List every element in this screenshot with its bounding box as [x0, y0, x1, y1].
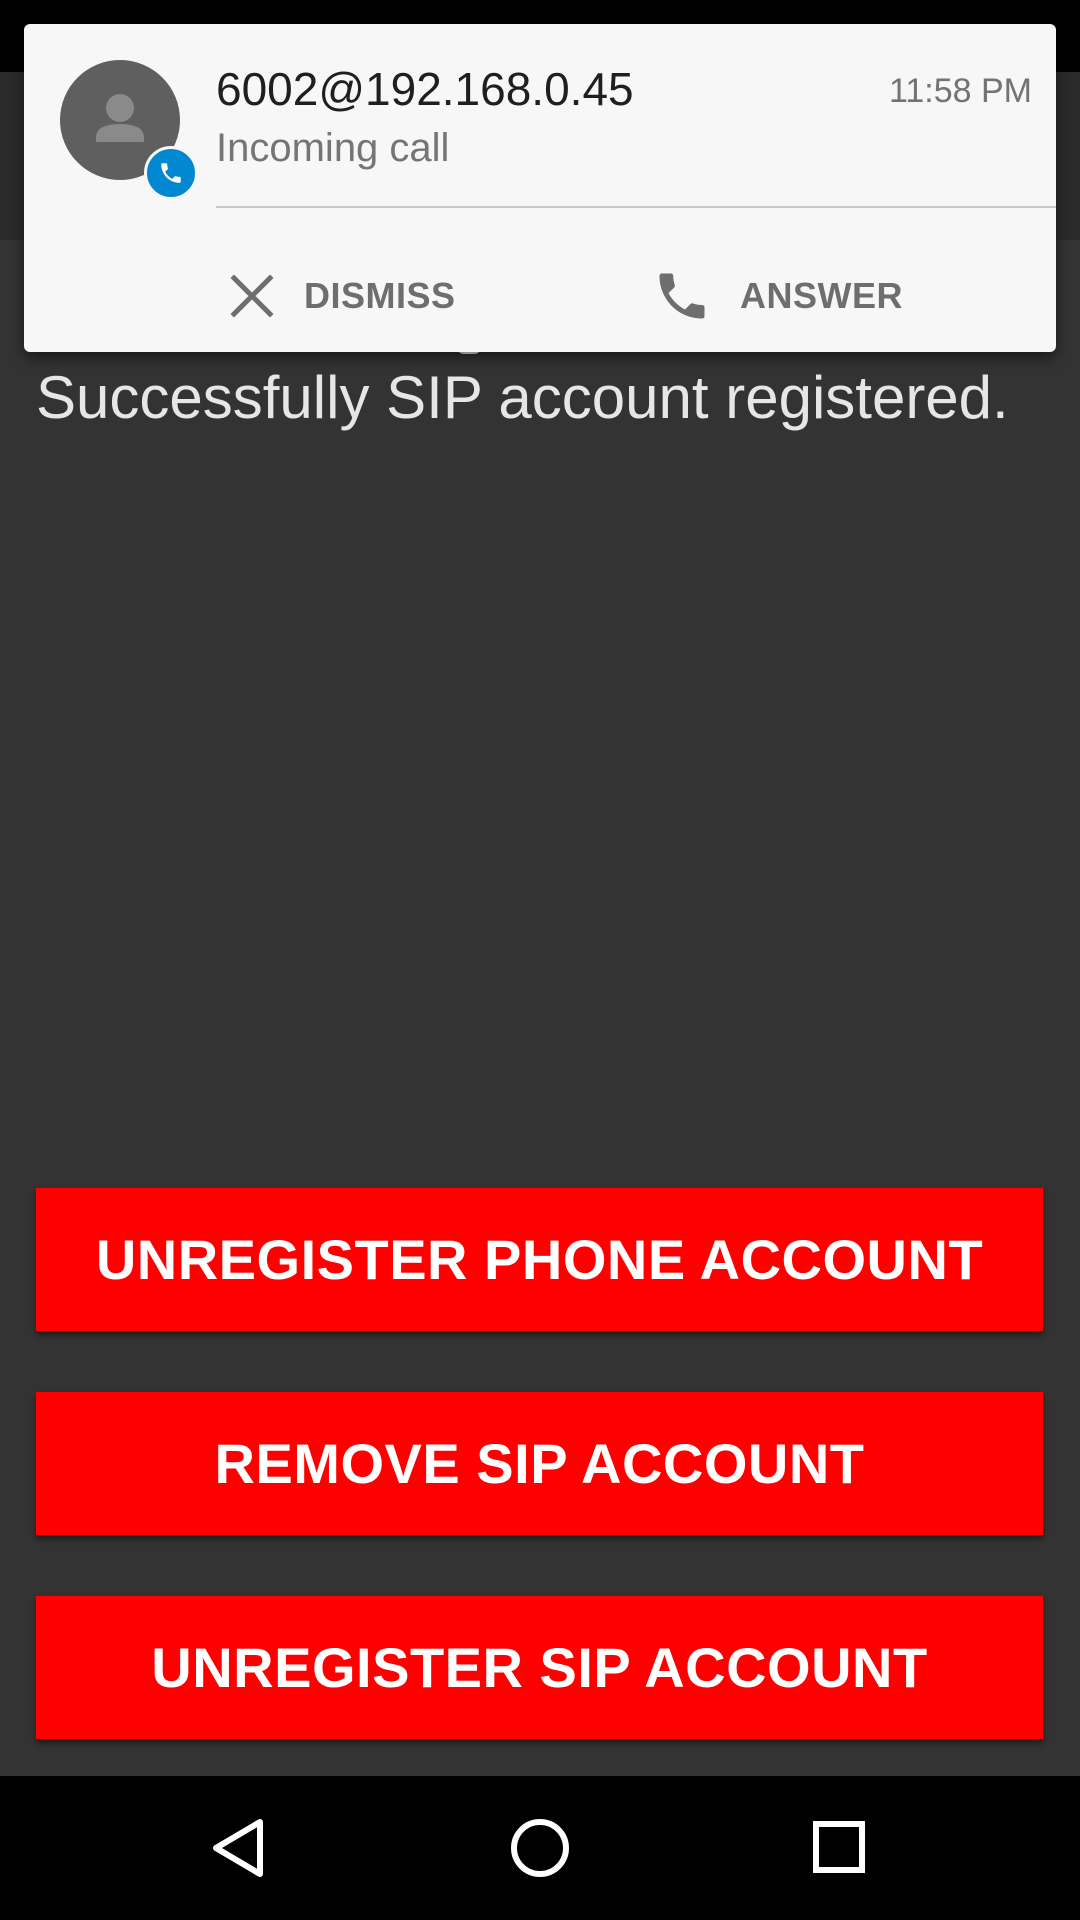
navigation-bar [0, 1776, 1080, 1920]
registration-message: Successfully SIP account registered. [36, 364, 1009, 431]
recent-square-icon[interactable] [800, 1808, 880, 1888]
incoming-call-notification[interactable]: 6002@192.168.0.45 11:58 PM Incoming call… [24, 24, 1056, 352]
notification-divider [216, 206, 1056, 208]
notification-subtitle: Incoming call [216, 126, 450, 170]
back-triangle-icon[interactable] [200, 1808, 280, 1888]
home-circle-icon[interactable] [500, 1808, 580, 1888]
unregister-sip-account-button[interactable]: UNREGISTER SIP ACCOUNT [36, 1596, 1043, 1739]
dismiss-label: DISMISS [304, 275, 456, 316]
phone-icon [144, 146, 198, 200]
caller-id: 6002@192.168.0.45 [216, 63, 634, 115]
phone-icon [659, 273, 705, 319]
answer-button[interactable]: ANSWER [652, 256, 903, 336]
notification-time: 11:58 PM [888, 72, 1032, 110]
main-content [0, 240, 1080, 1776]
dismiss-button[interactable]: DISMISS [228, 256, 456, 336]
unregister-phone-account-button[interactable]: UNREGISTER PHONE ACCOUNT [36, 1188, 1043, 1331]
answer-label: ANSWER [740, 275, 903, 316]
remove-sip-account-button[interactable]: REMOVE SIP ACCOUNT [36, 1392, 1043, 1535]
close-icon [230, 274, 274, 318]
